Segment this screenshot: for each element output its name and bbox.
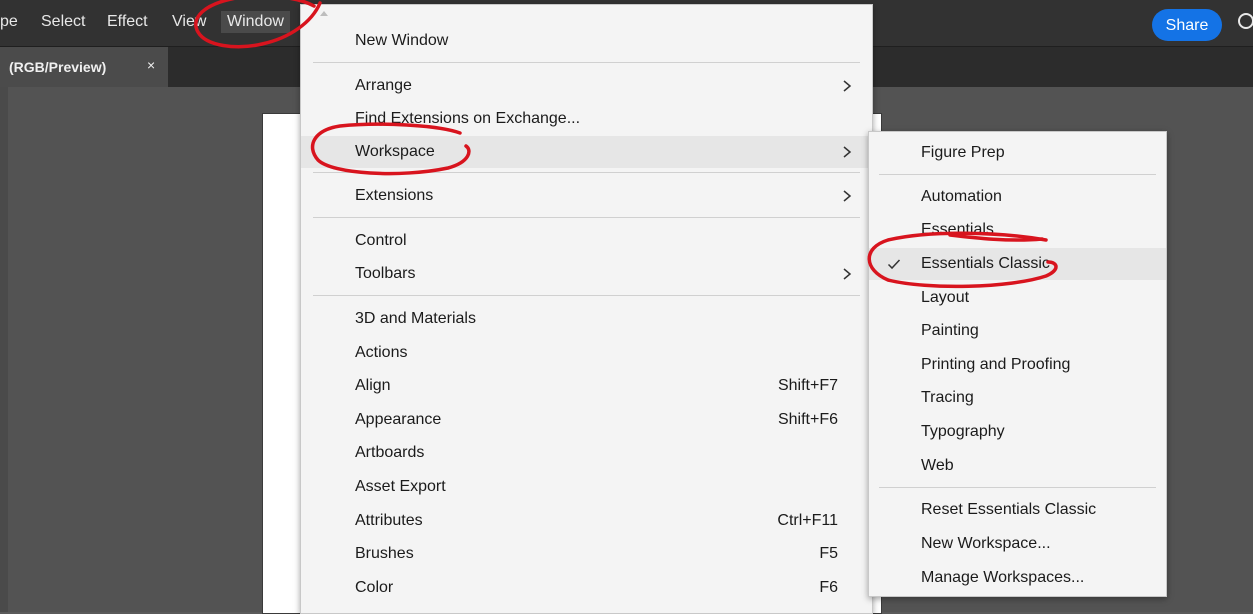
menu-item-shortcut: Shift+F7 (777, 377, 838, 394)
workspace-item-typography[interactable]: Typography (869, 416, 1166, 448)
check-icon (887, 259, 901, 270)
workspace-item-label: Reset Essentials Classic (921, 501, 1097, 518)
menu-item-label: Control (355, 232, 407, 249)
chevron-right-icon (843, 146, 852, 158)
workspace-item-label: Layout (921, 289, 970, 306)
menu-item-arrange[interactable]: Arrange (301, 70, 872, 102)
menu-item-label: Brushes (355, 545, 414, 562)
menu-item-label: Toolbars (355, 265, 416, 282)
chevron-right-icon (843, 268, 852, 280)
menu-divider (313, 172, 860, 173)
workspace-item-label: Web (921, 457, 954, 474)
workspace-item-automation[interactable]: Automation (869, 181, 1166, 213)
document-tab[interactable]: (RGB/Preview) × (0, 47, 168, 87)
menu-item-3d-materials[interactable]: 3D and Materials (301, 303, 872, 335)
workspace-item-label: Printing and Proofing (921, 356, 1071, 373)
menu-item-toolbars[interactable]: Toolbars (301, 258, 872, 290)
menu-item-attributes[interactable]: Attributes Ctrl+F11 (301, 505, 872, 537)
menu-item-label: Color (355, 579, 394, 596)
share-button[interactable]: Share (1152, 9, 1222, 41)
menu-item-shortcut: Ctrl+F11 (777, 512, 838, 529)
workspace-item-painting[interactable]: Painting (869, 315, 1166, 347)
workspace-item-label: New Workspace... (921, 535, 1051, 552)
workspace-item-figure-prep[interactable]: Figure Prep (869, 137, 1166, 169)
menu-item-label: Appearance (355, 411, 442, 428)
menu-item-label: New Window (355, 32, 449, 49)
workspace-submenu: Figure Prep Automation Essentials Essent… (868, 131, 1167, 597)
menu-item-shortcut: F6 (819, 579, 838, 596)
workspace-item-label: Essentials Classic (921, 255, 1050, 272)
workspace-item-reset[interactable]: Reset Essentials Classic (869, 494, 1166, 526)
workspace-item-label: Painting (921, 322, 979, 339)
canvas-edge (0, 87, 8, 612)
workspace-item-tracing[interactable]: Tracing (869, 382, 1166, 414)
workspace-item-label: Essentials (921, 221, 994, 238)
menu-divider (313, 295, 860, 296)
workspace-item-label: Typography (921, 423, 1005, 440)
menu-divider (879, 487, 1156, 488)
workspace-item-label: Tracing (921, 389, 974, 406)
chevron-right-icon (843, 190, 852, 202)
menu-item-shortcut: F5 (819, 545, 838, 562)
menu-item-workspace[interactable]: Workspace (301, 136, 872, 168)
menu-type[interactable]: pe (0, 13, 18, 31)
menu-item-label: Find Extensions on Exchange... (355, 110, 581, 127)
menu-item-label: Attributes (355, 512, 423, 529)
chevron-right-icon (843, 80, 852, 92)
search-icon[interactable] (1236, 10, 1253, 36)
document-tab-label: (RGB/Preview) (9, 59, 107, 75)
menu-window[interactable]: Window (221, 11, 290, 33)
menu-item-label: Arrange (355, 77, 412, 94)
menu-item-shortcut: Shift+F6 (777, 411, 838, 428)
menu-select[interactable]: Select (41, 13, 85, 31)
workspace-item-web[interactable]: Web (869, 450, 1166, 482)
menu-item-artboards[interactable]: Artboards (301, 437, 872, 469)
menu-item-extensions[interactable]: Extensions (301, 180, 872, 212)
menu-item-label: Actions (355, 344, 408, 361)
menu-item-label: Align (355, 377, 391, 394)
workspace-item-label: Manage Workspaces... (921, 569, 1085, 586)
scroll-up-icon[interactable] (319, 9, 329, 17)
menu-item-control[interactable]: Control (301, 225, 872, 257)
menu-item-asset-export[interactable]: Asset Export (301, 471, 872, 503)
menu-item-new-window[interactable]: New Window (301, 25, 872, 57)
workspace-item-layout[interactable]: Layout (869, 282, 1166, 314)
close-icon[interactable]: × (147, 57, 155, 73)
workspace-item-label: Automation (921, 188, 1002, 205)
menu-divider (313, 217, 860, 218)
menu-item-label: Workspace (355, 143, 435, 160)
workspace-item-essentials[interactable]: Essentials (869, 214, 1166, 246)
menu-divider (879, 174, 1156, 175)
menu-item-label: Artboards (355, 444, 425, 461)
menu-effect[interactable]: Effect (107, 13, 148, 31)
workspace-item-printing-proofing[interactable]: Printing and Proofing (869, 349, 1166, 381)
menu-item-align[interactable]: Align Shift+F7 (301, 370, 872, 402)
workspace-item-essentials-classic[interactable]: Essentials Classic (869, 248, 1166, 280)
menu-item-label: 3D and Materials (355, 310, 476, 327)
menu-item-appearance[interactable]: Appearance Shift+F6 (301, 404, 872, 436)
menu-item-find-extensions[interactable]: Find Extensions on Exchange... (301, 103, 872, 135)
workspace-item-manage-workspaces[interactable]: Manage Workspaces... (869, 562, 1166, 594)
menu-divider (313, 62, 860, 63)
menu-item-color[interactable]: Color F6 (301, 572, 872, 604)
menu-item-label: Extensions (355, 187, 434, 204)
workspace-item-new-workspace[interactable]: New Workspace... (869, 528, 1166, 560)
window-menu: New Window Arrange Find Extensions on Ex… (300, 4, 873, 614)
menu-view[interactable]: View (172, 13, 206, 31)
workspace-item-label: Figure Prep (921, 144, 1005, 161)
menu-item-brushes[interactable]: Brushes F5 (301, 538, 872, 570)
menu-item-actions[interactable]: Actions (301, 337, 872, 369)
menu-item-label: Asset Export (355, 478, 446, 495)
